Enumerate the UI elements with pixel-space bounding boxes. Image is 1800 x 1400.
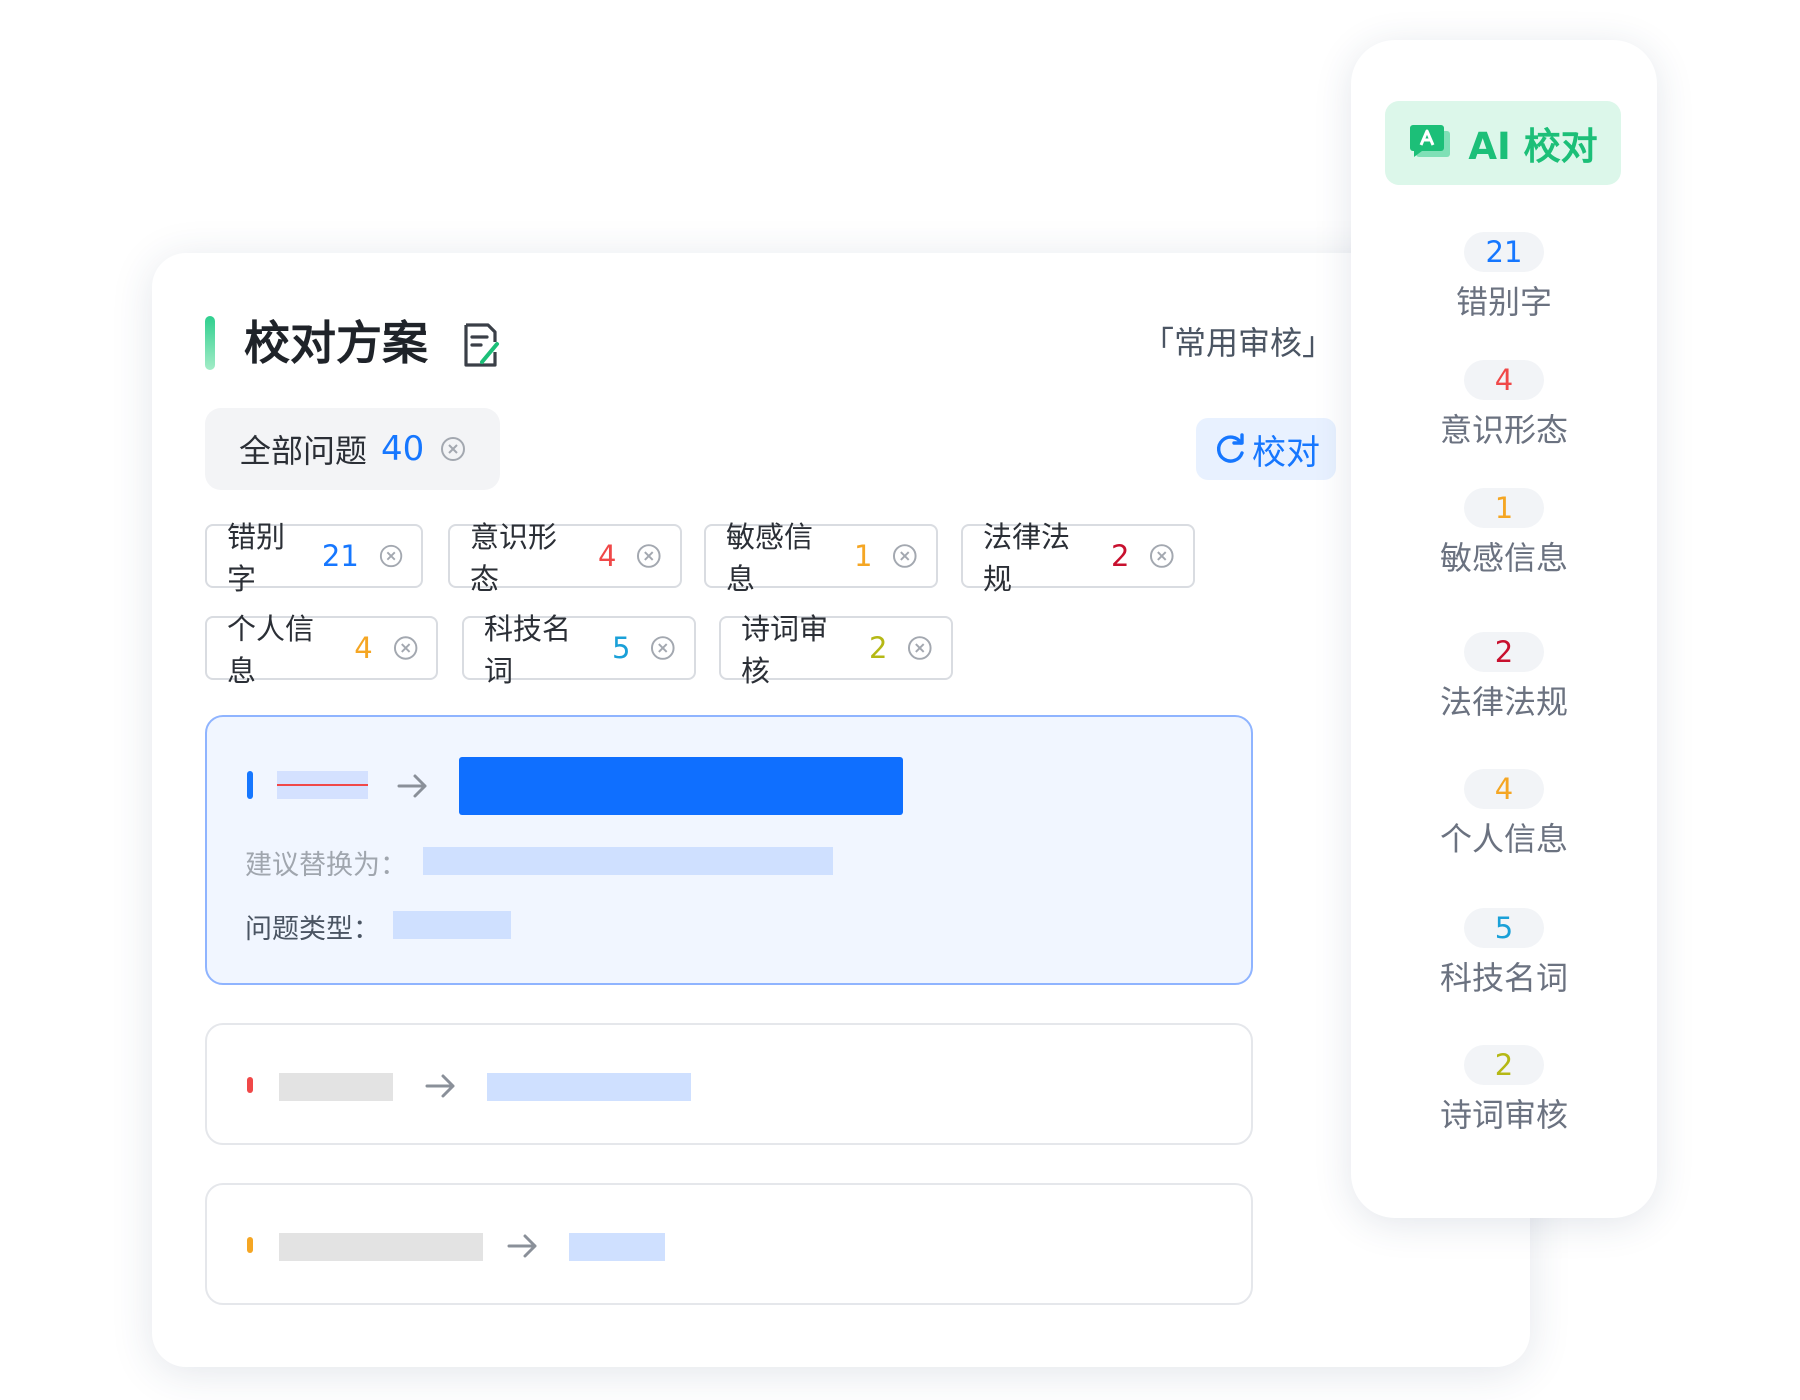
tag-count: 2 [1111,539,1130,573]
stat-label: 科技名词 [1439,959,1568,997]
stat-count: 1 [1464,488,1544,528]
ai-chat-icon [1410,125,1451,157]
close-circle-icon[interactable] [650,635,676,661]
issue-card[interactable] [205,1023,1253,1145]
tag-laws[interactable]: 法律法规 2 [961,520,1195,596]
tag-count: 4 [598,539,617,573]
suggestion-placeholder [487,1073,691,1101]
refresh-icon [1216,433,1244,463]
arrow-right-icon [397,774,427,798]
tag-label: 敏感信息 [726,520,814,596]
tag-count: 1 [854,539,873,573]
stat-label: 法律法规 [1439,683,1568,721]
stat-laws[interactable]: 2 法律法规 [1351,632,1657,722]
original-text-placeholder [279,1073,393,1101]
type-placeholder [393,911,511,939]
tag-label: 意识形态 [470,520,558,596]
tag-label: 错别字 [227,520,286,596]
edit-icon[interactable] [460,322,500,368]
title-accent-bar [205,316,215,370]
stat-label: 个人信息 [1439,820,1568,858]
stat-count: 21 [1464,232,1544,272]
proofread-button-label: 校对 [1252,432,1320,473]
tag-label: 法律法规 [983,520,1071,596]
stat-tech-terms[interactable]: 5 科技名词 [1351,908,1657,998]
plan-name[interactable]: 「常用审核」 [1142,321,1334,365]
close-circle-icon[interactable] [1149,543,1175,569]
stat-count: 2 [1464,1045,1544,1085]
proofread-scheme-panel: 校对方案 「常用审核」 全部问题 40 校对 错别字 21 意识形态 4 敏感信… [152,253,1530,1367]
tag-sensitive-info[interactable]: 敏感信息 1 [704,520,938,596]
close-circle-icon[interactable] [440,436,466,462]
tag-count: 21 [321,539,359,573]
original-text-placeholder [279,1233,483,1261]
ai-proofread-sidebar: AI 校对 21 错别字 4 意识形态 1 敏感信息 2 法律法规 4 个人信息… [1351,40,1657,1218]
stat-personal-info[interactable]: 4 个人信息 [1351,769,1657,859]
tag-count: 2 [869,631,888,665]
stat-count: 5 [1464,908,1544,948]
tag-typo[interactable]: 错别字 21 [205,520,423,596]
close-circle-icon[interactable] [379,543,403,569]
stat-label: 意识形态 [1439,411,1568,449]
stat-label: 敏感信息 [1439,539,1568,577]
stat-sensitive-info[interactable]: 1 敏感信息 [1351,488,1657,578]
close-circle-icon[interactable] [907,635,933,661]
tag-label: 诗词审核 [741,612,829,688]
issue-card-active[interactable]: 建议替换为： 问题类型： [205,715,1253,985]
type-label: 问题类型： [245,914,380,945]
arrow-right-icon [425,1074,455,1098]
arrow-right-icon [507,1234,537,1258]
stat-ideology[interactable]: 4 意识形态 [1351,360,1657,450]
stat-label: 错别字 [1455,283,1552,321]
close-circle-icon[interactable] [393,635,418,661]
tag-ideology[interactable]: 意识形态 4 [448,520,682,596]
stat-label: 诗词审核 [1439,1096,1568,1134]
issue-marker [247,1237,253,1253]
replacement-text-highlight[interactable] [459,757,903,815]
all-issues-count: 40 [381,429,425,469]
all-issues-label: 全部问题 [239,432,368,470]
stat-typo[interactable]: 21 错别字 [1351,232,1657,322]
tag-label: 个人信息 [227,612,315,688]
issue-card[interactable] [205,1183,1253,1305]
tag-count: 5 [612,631,631,665]
stat-count: 4 [1464,769,1544,809]
strikethrough-line [277,784,368,786]
suggestion-placeholder [423,847,833,875]
all-issues-chip[interactable]: 全部问题 40 [205,408,501,490]
issue-marker [247,771,253,799]
tag-label: 科技名词 [484,612,572,688]
stat-poetry[interactable]: 2 诗词审核 [1351,1045,1657,1135]
close-circle-icon[interactable] [892,543,918,569]
tag-count: 4 [354,631,373,665]
panel-title: 校对方案 [244,316,428,370]
issue-marker [247,1077,253,1093]
original-text-placeholder [277,771,368,799]
ai-proofread-label: AI 校对 [1468,125,1598,168]
proofread-button[interactable]: 校对 [1196,418,1336,480]
tag-poetry[interactable]: 诗词审核 2 [719,612,953,688]
suggestion-placeholder [569,1233,665,1261]
stat-count: 2 [1464,632,1544,672]
ai-proofread-button[interactable]: AI 校对 [1385,101,1621,185]
close-circle-icon[interactable] [636,543,662,569]
tag-personal-info[interactable]: 个人信息 4 [205,612,438,688]
suggest-label: 建议替换为： [245,850,407,881]
tag-tech-terms[interactable]: 科技名词 5 [462,612,696,688]
stat-count: 4 [1464,360,1544,400]
